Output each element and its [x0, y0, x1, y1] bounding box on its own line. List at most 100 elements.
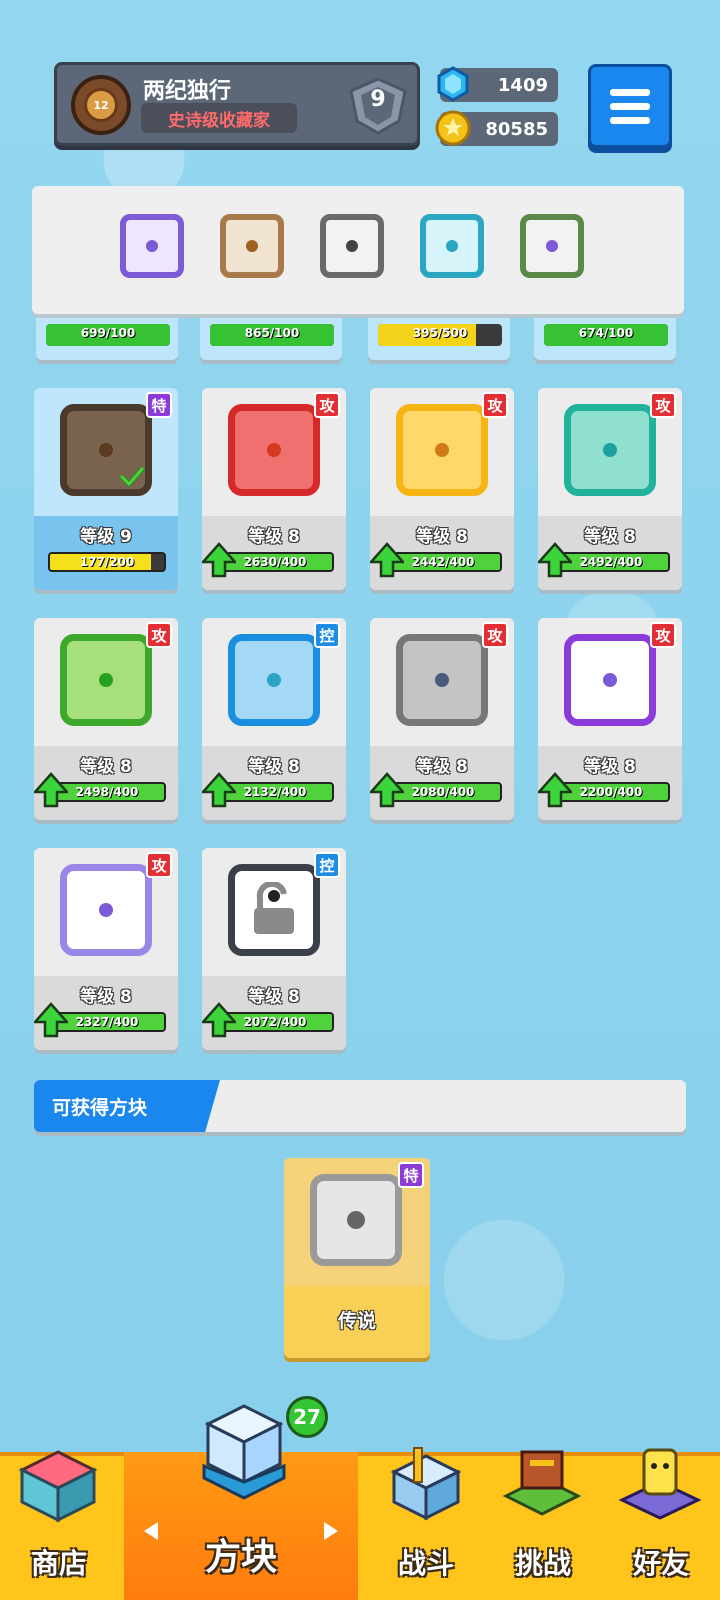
- menu-icon-line: [610, 116, 650, 124]
- type-badge: 攻: [650, 622, 676, 648]
- progress-text: 177/200: [79, 555, 135, 569]
- type-badge: 攻: [146, 852, 172, 878]
- rarity-label: 传说: [337, 1310, 376, 1332]
- upgrade-arrow-icon: [202, 1002, 238, 1038]
- die-icon: [396, 634, 488, 726]
- profile-panel[interactable]: 12 两纪独行 史诗级收藏家 9: [54, 62, 420, 146]
- dice-card[interactable]: 控等级 8 2072/400: [202, 848, 346, 1050]
- deck-panel: [32, 186, 684, 314]
- avatar[interactable]: 12: [71, 75, 131, 135]
- die-pip: [246, 240, 258, 252]
- battle-icon: [390, 1447, 462, 1521]
- type-badge: 控: [314, 852, 340, 878]
- die-pip: [146, 240, 158, 252]
- deck-slot-4[interactable]: [420, 214, 484, 278]
- die-icon: [564, 404, 656, 496]
- die-icon: [60, 864, 152, 956]
- progress-bar: 177/200: [48, 552, 166, 572]
- progress-text: 674/100: [578, 326, 634, 340]
- die-pip: [446, 240, 458, 252]
- upgrade-arrow-icon: [538, 542, 574, 578]
- dice-card[interactable]: 攻等级 8 2200/400: [538, 618, 682, 820]
- die-icon: [396, 404, 488, 496]
- menu-icon-line: [610, 102, 650, 110]
- challenge-icon: [502, 1450, 582, 1516]
- deck-slot-1[interactable]: [120, 214, 184, 278]
- type-badge: 特: [146, 392, 172, 418]
- die-pip: [267, 443, 281, 457]
- check-icon: [119, 466, 145, 488]
- menu-button[interactable]: [588, 64, 672, 148]
- progress-text: 865/100: [244, 326, 300, 340]
- avatar-level: 12: [84, 88, 118, 122]
- deck-slot-3[interactable]: [320, 214, 384, 278]
- dice-card[interactable]: 特等级 9 177/200: [34, 388, 178, 590]
- gem-icon: [434, 65, 472, 103]
- progress-text: 699/100: [80, 326, 136, 340]
- player-name: 两纪独行: [143, 79, 232, 104]
- deck-slot-5[interactable]: [520, 214, 584, 278]
- player-title: 史诗级收藏家: [141, 103, 297, 133]
- level-label: 等级 9: [80, 527, 132, 547]
- die-icon: [228, 634, 320, 726]
- friends-icon: [618, 1448, 702, 1520]
- card-partial[interactable]: 699/100: [36, 314, 178, 360]
- dice-card[interactable]: 攻等级 8 2498/400: [34, 618, 178, 820]
- dice-card[interactable]: 控等级 8 2132/400: [202, 618, 346, 820]
- die-pip: [346, 240, 358, 252]
- progress-text: 395/500: [412, 326, 468, 340]
- die-pip: [347, 1211, 365, 1229]
- nav-friends[interactable]: 好友: [602, 1448, 720, 1600]
- upgrade-arrow-icon: [538, 772, 574, 808]
- type-badge: 攻: [146, 622, 172, 648]
- card-partial[interactable]: 395/500: [368, 314, 510, 360]
- nav-label: 方块: [204, 1537, 277, 1578]
- dice-card[interactable]: 攻等级 8 2492/400: [538, 388, 682, 590]
- available-section-header: 可获得方块: [34, 1080, 686, 1132]
- die-pip: [603, 443, 617, 457]
- nav-label: 挑战: [514, 1547, 571, 1580]
- legendary-die: [310, 1174, 402, 1266]
- card-partial[interactable]: 674/100: [534, 314, 676, 360]
- nav-label: 好友: [632, 1547, 689, 1580]
- die-icon: [228, 864, 320, 956]
- upgrade-arrow-icon: [370, 772, 406, 808]
- nav-shop[interactable]: 商店: [0, 1450, 118, 1600]
- type-badge: 攻: [482, 622, 508, 648]
- nav-label: 商店: [30, 1547, 87, 1580]
- dice-card[interactable]: 攻等级 8 2080/400: [370, 618, 514, 820]
- dice-card[interactable]: 攻等级 8 2630/400: [202, 388, 346, 590]
- upgrade-arrow-icon: [34, 1002, 70, 1038]
- coin-count: 80585: [485, 118, 548, 140]
- nav-battle[interactable]: 战斗: [368, 1447, 484, 1600]
- card-partial[interactable]: 865/100: [200, 314, 342, 360]
- die-pip: [435, 443, 449, 457]
- die-icon: [228, 404, 320, 496]
- legendary-card[interactable]: 特 传说: [284, 1158, 430, 1358]
- rank-number: 9: [370, 87, 386, 112]
- die-pip: [99, 673, 113, 687]
- nav-dice[interactable]: 方块: [124, 1404, 358, 1600]
- nav-prev-icon[interactable]: [144, 1522, 158, 1540]
- dice-box-icon: [202, 1404, 286, 1500]
- dice-card[interactable]: 攻等级 8 2327/400: [34, 848, 178, 1050]
- special-badge: 特: [398, 1162, 424, 1188]
- available-title: 可获得方块: [34, 1080, 220, 1132]
- dice-count-badge: 27: [286, 1396, 328, 1438]
- nav-next-icon[interactable]: [324, 1522, 338, 1540]
- die-pip: [546, 240, 558, 252]
- type-badge: 攻: [482, 392, 508, 418]
- upgrade-arrow-icon: [34, 772, 70, 808]
- die-pip: [267, 673, 281, 687]
- type-badge: 攻: [314, 392, 340, 418]
- upgrade-arrow-icon: [202, 772, 238, 808]
- dice-card[interactable]: 攻等级 8 2442/400: [370, 388, 514, 590]
- type-badge: 控: [314, 622, 340, 648]
- die-icon: [60, 634, 152, 726]
- die-pip: [99, 903, 113, 917]
- nav-challenge[interactable]: 挑战: [484, 1450, 602, 1600]
- coin-counter: 80585: [435, 110, 558, 146]
- deck-slot-2[interactable]: [220, 214, 284, 278]
- gem-count: 1409: [497, 74, 548, 96]
- die-pip: [435, 673, 449, 687]
